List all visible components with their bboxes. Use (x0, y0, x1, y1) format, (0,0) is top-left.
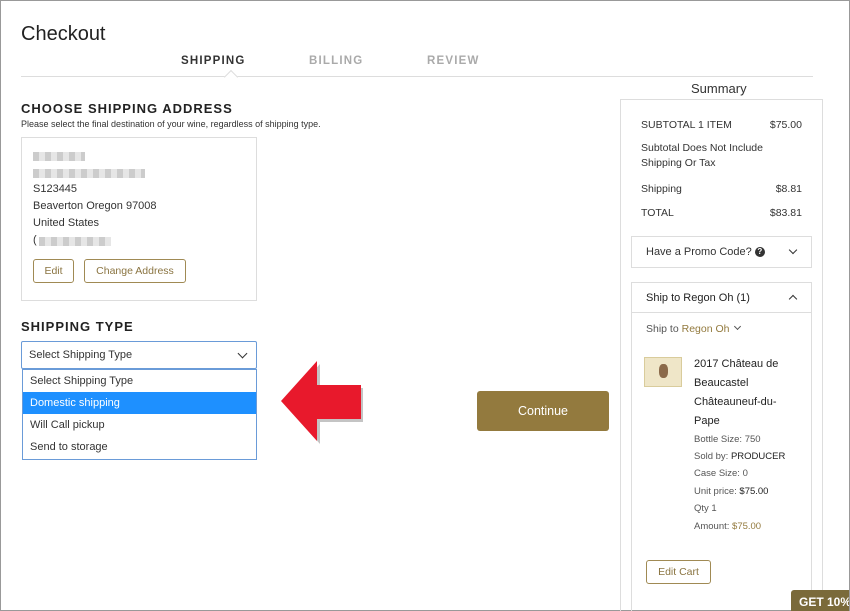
summary-heading: Summary (691, 81, 747, 96)
shipping-option-select[interactable]: Select Shipping Type (23, 370, 256, 392)
continue-button[interactable]: Continue (477, 391, 609, 431)
redacted-street (33, 169, 145, 178)
chevron-down-icon (237, 348, 248, 359)
address-card[interactable]: S123445 Beaverton Oregon 97008 United St… (21, 137, 257, 301)
chevron-up-icon (788, 294, 798, 304)
step-review[interactable]: REVIEW (427, 55, 480, 67)
item-name-line-2[interactable]: Beaucastel (694, 374, 804, 393)
unit-price-value: $75.00 (739, 486, 769, 497)
shipping-type-heading: SHIPPING TYPE (21, 319, 134, 334)
ship-to-panel: Ship to Regon Oh (1) Ship to Regon Oh 20… (631, 282, 812, 611)
redacted-phone (39, 237, 111, 246)
page-title: Checkout (21, 23, 106, 45)
shipping-option-storage[interactable]: Send to storage (23, 436, 256, 458)
promo-code-label: Have a Promo Code? (646, 246, 752, 258)
shipping-option-domestic[interactable]: Domestic shipping (23, 392, 256, 414)
shipping-option-will-call[interactable]: Will Call pickup (23, 414, 256, 436)
order-summary: SUBTOTAL 1 ITEM $75.00 Subtotal Does Not… (620, 99, 823, 611)
address-city: Beaverton Oregon 97008 (33, 200, 157, 212)
active-step-caret (223, 69, 239, 85)
shipping-type-select[interactable]: Select Shipping Type (21, 341, 257, 369)
subtotal-note-1: Subtotal Does Not Include (641, 142, 802, 154)
chevron-down-icon (788, 245, 798, 255)
shipping-value: $8.81 (775, 183, 802, 195)
total-row: TOTAL $83.81 (641, 207, 802, 219)
item-name-line-4[interactable]: Pape (694, 412, 804, 431)
address-code: S123445 (33, 183, 78, 195)
item-unit-price: Unit price: $75.00 (694, 486, 768, 497)
subtotal-note-text-1: Subtotal Does Not Include (641, 142, 763, 154)
edit-cart-button[interactable]: Edit Cart (646, 560, 711, 584)
subtotal-note-2: Shipping Or Tax (641, 157, 802, 169)
item-sold-by: Sold by: PRODUCER (694, 451, 785, 462)
sold-by-label: Sold by: (694, 451, 729, 462)
shipping-type-dropdown: Select Shipping Type Domestic shipping W… (22, 369, 257, 460)
amount-value: $75.00 (732, 521, 762, 532)
unit-price-label: Unit price: (694, 486, 737, 497)
item-qty: Qty 1 (694, 503, 717, 514)
chevron-down-icon (734, 322, 742, 331)
item-name-line-1[interactable]: 2017 Château de (694, 355, 804, 374)
ship-to-recipient[interactable]: Ship to Regon Oh (646, 322, 742, 335)
address-country: United States (33, 217, 100, 229)
item-amount: Amount: $75.00 (694, 521, 761, 532)
item-name-line-3[interactable]: Châteauneuf-du- (694, 393, 804, 412)
redacted-name (33, 152, 85, 161)
ship-to-header[interactable]: Ship to Regon Oh (1) (632, 283, 811, 313)
ship-to-name: Regon Oh (681, 323, 730, 335)
subtotal-label: SUBTOTAL 1 ITEM (641, 119, 732, 131)
step-shipping[interactable]: SHIPPING (181, 55, 246, 67)
shipping-type-selected-value: Select Shipping Type (29, 349, 133, 361)
subtotal-note-text-2: Shipping Or Tax (641, 157, 716, 169)
shipping-address-subtitle: Please select the final destination of y… (21, 119, 321, 129)
red-arrow-annotation (281, 361, 363, 444)
wine-label-thumbnail (644, 357, 682, 387)
ship-to-prefix: Ship to (646, 323, 679, 335)
checkout-steps: SHIPPING BILLING REVIEW (21, 55, 813, 85)
subtotal-row: SUBTOTAL 1 ITEM $75.00 (641, 119, 802, 131)
subtotal-value: $75.00 (769, 119, 802, 131)
amount-label: Amount: (694, 521, 730, 532)
shipping-address-heading: CHOOSE SHIPPING ADDRESS (21, 101, 233, 116)
item-case-size: Case Size: 0 (694, 468, 748, 479)
change-address-button[interactable]: Change Address (84, 259, 186, 283)
total-label: TOTAL (641, 207, 674, 219)
help-icon: ? (754, 247, 765, 257)
shipping-row: Shipping $8.81 (641, 183, 802, 195)
item-bottle-size: Bottle Size: 750 (694, 434, 761, 445)
step-billing[interactable]: BILLING (309, 55, 363, 67)
edit-address-button[interactable]: Edit (33, 259, 74, 283)
ship-to-header-label: Ship to Regon Oh (1) (646, 291, 750, 304)
promo-code-toggle[interactable]: Have a Promo Code? ? (631, 236, 812, 268)
sold-by-value: PRODUCER (730, 451, 786, 462)
total-value: $83.81 (769, 207, 802, 219)
promo-tab[interactable]: GET 10% (791, 590, 849, 611)
address-phone-prefix: ( (33, 234, 37, 246)
shipping-label: Shipping (641, 183, 682, 195)
